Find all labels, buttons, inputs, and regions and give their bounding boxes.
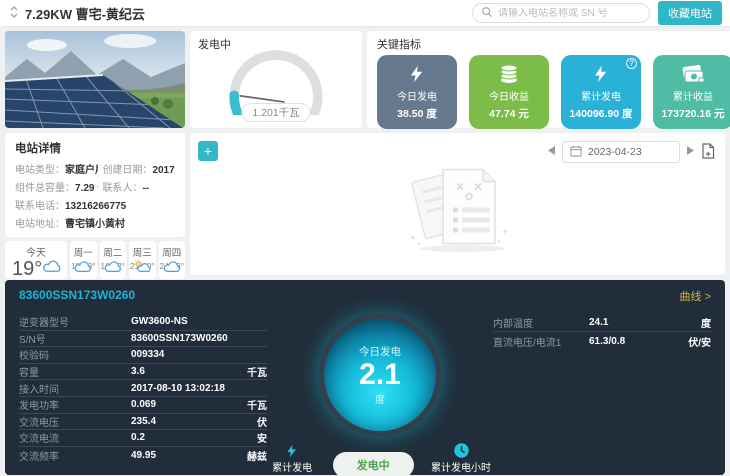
calendar-icon [570,145,582,160]
table-row: 交流电压235.4伏 [19,414,267,431]
weather-day-card: 周一 15/13° [70,241,97,279]
favorite-station-button[interactable]: 收藏电站 [658,1,722,25]
kpi-value: 38.50 度 [377,106,457,121]
cloud-icon [41,259,63,276]
topbar: 7.29KW 曹宅-黄纪云 收藏电站 [0,0,730,27]
table-row: 直流电压/电流161.3/0.8伏/安 [493,332,711,350]
overview-row: 发电中 1.201千瓦 关键指标 今日发电 38.50 度 [5,31,725,128]
search-input[interactable] [498,8,641,19]
detail-address: 电站地址：曹宅镇小黄村 [15,215,175,230]
sun-cloud-icon [132,259,152,276]
weather-day-label: 周一 [70,241,97,259]
kpi-card-today-income[interactable]: 今日收益 47.74 元 [469,55,549,129]
export-report-icon[interactable] [701,143,715,162]
prev-day-arrow[interactable] [547,146,556,158]
station-title: 7.29KW 曹宅-黄纪云 [25,4,145,23]
kpi-card-total-generation[interactable]: ? 累计发电 140096.90 度 [561,55,641,129]
total-hours-stat: 累计发电小时 22789小时 [431,442,491,476]
table-row: S/N号83600SSN173W0260 [19,331,267,348]
table-row: 发电功率0.069千瓦 [19,397,267,414]
chart-panel: + 2023-04-23 [190,133,725,275]
weather-strip: 今天 19° 周一 15/13° 周二 16/12° [5,241,185,279]
kpi-title: 关键指标 [377,36,730,52]
station-photo [5,31,185,128]
power-gauge-card: 发电中 1.201千瓦 [190,31,362,128]
add-chart-button[interactable]: + [198,141,218,161]
gauge-unit: 度 [375,391,385,406]
table-row: 内部温度24.1度 [493,314,711,332]
kpi-value: 173720.16 元 [653,106,730,121]
weather-today-card: 今天 19° [5,241,67,279]
date-picker[interactable]: 2023-04-23 [562,141,680,163]
detail-capacity: 组件总容量：7.29 千瓦 [15,179,98,194]
station-details-card: 电站详情 电站类型：家庭户用 创建日期：2017-08-10 组件总容量：7.2… [5,133,185,237]
help-icon[interactable]: ? [626,58,637,69]
weather-day-label: 今天 [5,241,67,259]
search-icon [481,6,493,21]
weather-day-label: 周四 [159,241,186,259]
table-row: 交流电流0.2安 [19,430,267,447]
detail-phone: 联系电话：13216266775 [15,197,175,212]
station-search-box[interactable] [472,3,650,23]
kpi-card-total-income[interactable]: 累计收益 173720.16 元 [653,55,730,129]
gauge-value: 1.201千瓦 [241,103,310,122]
weather-day-card: 周二 16/12° [100,241,127,279]
empty-data-illustration [391,155,525,258]
lightning-icon [269,442,315,460]
coins-icon [469,62,549,86]
cash-icon [653,62,730,86]
inverter-serial-tab[interactable]: 83600SSN173W0260 [19,288,135,306]
weather-day-card: 周四 24/13° [159,241,186,279]
table-row: 容量3.6千瓦 [19,364,267,381]
kpi-label: 今日发电 [377,88,457,103]
detail-create-date: 创建日期：2017-08-10 [102,161,175,176]
generating-status-badge[interactable]: 发电中 [333,452,414,476]
cloud-icon [103,260,123,276]
gauge-label: 今日发电 [359,344,401,359]
inverter-panel: 83600SSN173W0260 曲线 > 逆变器型号GW3600-NS S/N… [5,280,725,475]
cloud-icon [73,260,93,276]
today-generation-gauge: 今日发电 2.1 度 [319,314,441,436]
inverter-left-table: 逆变器型号GW3600-NS S/N号83600SSN173W0260 校验码0… [19,314,267,476]
kpi-label: 今日收益 [469,88,549,103]
kpi-card-today-generation[interactable]: 今日发电 38.50 度 [377,55,457,129]
cloud-icon [162,260,182,276]
next-day-arrow[interactable] [686,146,695,158]
detail-contact: 联系人：-- [102,179,175,194]
kpi-label: 累计收益 [653,88,730,103]
weather-day-label: 周二 [100,241,127,259]
inverter-center: 今日发电 2.1 度 累计发电 19735.2度 发电中 累计发电小时 [267,314,493,476]
clock-icon [431,442,491,460]
details-title: 电站详情 [15,140,175,156]
table-row: 交流频率49.95赫兹 [19,447,267,464]
inverter-right-table: 内部温度24.1度 直流电压/电流161.3/0.8伏/安 [493,314,711,476]
gauge-value: 2.1 [359,359,401,391]
kpi-panel: 关键指标 今日发电 38.50 度 今日收益 47.74 元 [367,31,730,128]
table-row: 校验码009334 [19,347,267,364]
table-row: 逆变器型号GW3600-NS [19,314,267,331]
kpi-value: 47.74 元 [469,106,549,121]
weather-day-label: 周三 [129,241,156,259]
curve-link[interactable]: 曲线 > [680,288,711,304]
weather-day-card: 周三 21/10° [129,241,156,279]
table-row: 接入时间2017-08-10 13:02:18 [19,380,267,397]
collapse-chevrons-icon[interactable] [8,5,20,22]
date-value: 2023-04-23 [588,146,642,158]
total-generation-stat: 累计发电 19735.2度 [269,442,315,476]
kpi-value: 140096.90 度 [561,106,641,121]
kpi-label: 累计发电 [561,88,641,103]
lightning-icon [377,62,457,86]
detail-station-type: 电站类型：家庭户用 [15,161,98,176]
